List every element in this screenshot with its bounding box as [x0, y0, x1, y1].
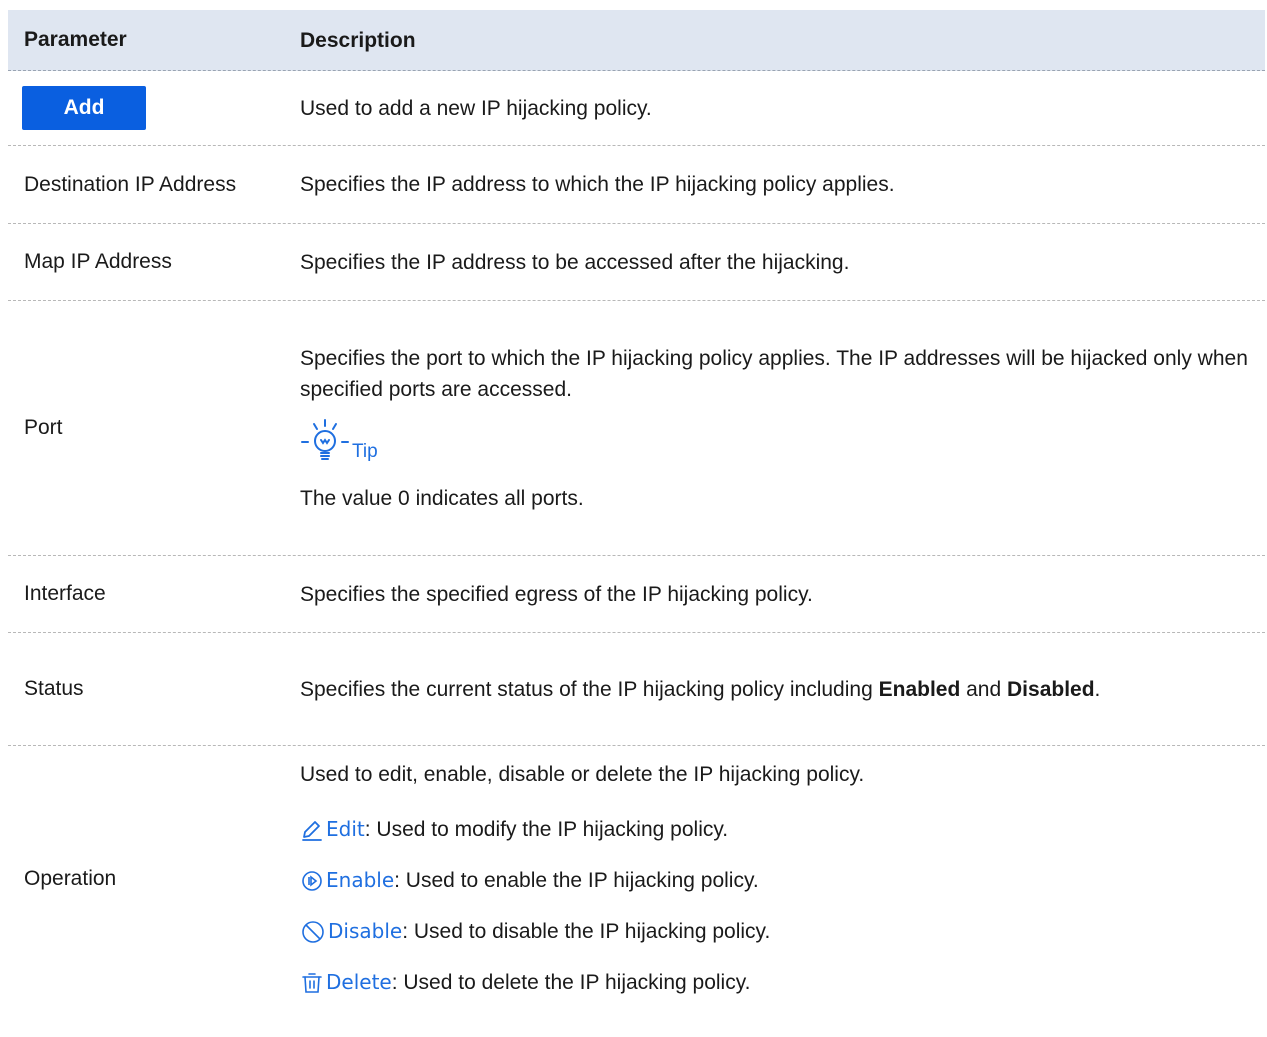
enable-icon[interactable] — [300, 869, 324, 893]
status-description-prefix: Specifies the current status of the IP h… — [300, 677, 879, 701]
table-row: Port Specifies the port to which the IP … — [8, 301, 1265, 556]
table-row: Status Specifies the current status of t… — [8, 633, 1265, 746]
table-row: Operation Used to edit, enable, disable … — [8, 746, 1265, 1011]
operation-item-enable: Enable : Used to enable the IP hijacking… — [300, 863, 1251, 899]
disable-icon[interactable] — [300, 919, 326, 945]
disable-text: : Used to disable the IP hijacking polic… — [402, 920, 771, 943]
disable-link[interactable]: Disable — [328, 916, 402, 947]
table-row: Interface Specifies the specified egress… — [8, 556, 1265, 633]
parameter-table: Parameter Description Add Used to add a … — [8, 10, 1265, 1011]
description-cell: Specifies the port to which the IP hijac… — [300, 301, 1265, 555]
description-cell: Specifies the IP address to which the IP… — [300, 146, 1265, 223]
header-parameter: Parameter — [24, 28, 127, 51]
table-row: Destination IP Address Specifies the IP … — [8, 146, 1265, 224]
operation-description: Used to edit, enable, disable or delete … — [300, 757, 1251, 793]
destination-ip-label: Destination IP Address — [24, 172, 237, 196]
description-cell: Specifies the IP address to be accessed … — [300, 224, 1265, 300]
interface-label: Interface — [24, 582, 106, 605]
enable-text: : Used to enable the IP hijacking policy… — [394, 869, 759, 892]
tip-text: The value 0 indicates all ports. — [300, 486, 584, 510]
header-description: Description — [300, 28, 416, 52]
status-enabled-term: Enabled — [878, 677, 961, 701]
map-ip-label: Map IP Address — [24, 250, 172, 273]
status-disabled-term: Disabled — [1007, 677, 1095, 701]
operation-item-delete: Delete : Used to delete the IP hijacking… — [300, 965, 1251, 1001]
add-button[interactable]: Add — [22, 86, 146, 130]
parameter-cell: Add — [8, 71, 300, 145]
edit-link[interactable]: Edit — [326, 814, 365, 845]
operation-item-disable: Disable : Used to disable the IP hijacki… — [300, 914, 1251, 950]
interface-description: Specifies the specified egress of the IP… — [300, 582, 813, 606]
description-cell: Specifies the specified egress of the IP… — [300, 556, 1265, 632]
edit-icon[interactable] — [300, 818, 324, 842]
delete-link[interactable]: Delete — [326, 967, 392, 998]
status-period: . — [1094, 677, 1101, 701]
destination-ip-description: Specifies the IP address to which the IP… — [300, 173, 895, 196]
port-description: Specifies the port to which the IP hijac… — [300, 346, 1248, 401]
lightbulb-icon — [300, 418, 350, 471]
add-description: Used to add a new IP hijacking policy. — [300, 96, 652, 120]
table-row: Map IP Address Specifies the IP address … — [8, 224, 1265, 301]
operation-item-edit: Edit : Used to modify the IP hijacking p… — [300, 812, 1251, 848]
status-description: Specifies the current status of the IP h… — [300, 674, 1251, 705]
operation-description-text: Used to edit, enable, disable or delete … — [300, 763, 865, 786]
tip-label: Tip — [352, 441, 378, 462]
status-and: and — [960, 677, 1008, 701]
map-ip-description: Specifies the IP address to be accessed … — [300, 250, 850, 274]
table-header: Parameter Description — [8, 10, 1265, 71]
tip-block: Tip — [300, 419, 1251, 467]
description-cell: Specifies the current status of the IP h… — [300, 633, 1265, 745]
enable-link[interactable]: Enable — [326, 865, 394, 896]
table-row: Add Used to add a new IP hijacking polic… — [8, 71, 1265, 146]
description-cell: Used to add a new IP hijacking policy. — [300, 71, 1265, 145]
delete-icon[interactable] — [300, 971, 324, 995]
description-cell: Used to edit, enable, disable or delete … — [300, 746, 1265, 1011]
operation-label: Operation — [24, 866, 117, 890]
status-label: Status — [24, 677, 84, 700]
port-label: Port — [24, 416, 63, 439]
edit-text: : Used to modify the IP hijacking policy… — [364, 818, 729, 841]
delete-text: : Used to delete the IP hijacking policy… — [391, 971, 751, 994]
